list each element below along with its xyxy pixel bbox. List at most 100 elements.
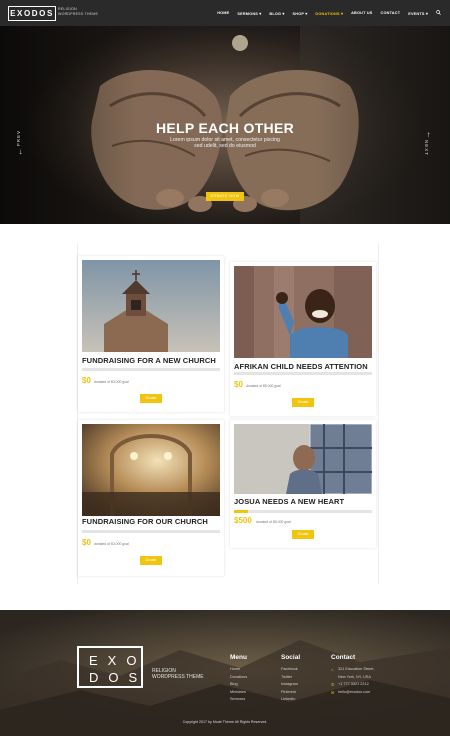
chevron-down-icon: ▾ bbox=[425, 11, 428, 16]
hero-slider: HELP EACH OTHER Lorem ipsum dolor sit am… bbox=[0, 26, 450, 224]
search-icon[interactable] bbox=[436, 10, 441, 15]
footer-social-item[interactable]: Instagram bbox=[281, 681, 300, 689]
footer-social-item[interactable]: Pinterest bbox=[281, 689, 300, 697]
nav-shop-label: SHOP bbox=[292, 11, 305, 16]
footer-menu-item[interactable]: Sermons bbox=[230, 696, 247, 704]
progress-bar bbox=[234, 510, 372, 513]
donate-button[interactable]: Donate bbox=[292, 530, 314, 539]
nav-shop[interactable]: SHOP ▾ bbox=[293, 11, 308, 16]
footer-menu-item[interactable]: Blog bbox=[230, 681, 247, 689]
card-title[interactable]: JOSUA NEEDS A NEW HEART bbox=[234, 497, 344, 506]
hero-text: Lorem ipsum dolor sit amet, consectetur … bbox=[160, 137, 290, 149]
footer-social-item[interactable]: Twitter bbox=[281, 674, 300, 682]
chevron-down-icon: ▾ bbox=[259, 11, 262, 16]
copyright-text: Copyright 2017 by Mode Theme All Rights … bbox=[182, 720, 268, 724]
nav-sermons[interactable]: SERMONS ▾ bbox=[237, 11, 261, 16]
footer-tagline: RELIGION WORDPRESS THEME bbox=[152, 668, 204, 680]
footer-contact-heading: Contact bbox=[331, 654, 356, 661]
donations-grid: FUNDRAISING FOR A NEW CHURCH $0 donated … bbox=[77, 244, 379, 584]
contact-address: ⌂ 321 Education Street, bbox=[331, 666, 375, 674]
chevron-down-icon: ▾ bbox=[340, 11, 344, 16]
footer-menu-item[interactable]: Ministries bbox=[230, 689, 247, 697]
contact-email-value: hello@exodos.com bbox=[338, 689, 371, 694]
nav-donations-label: DONATIONS bbox=[315, 11, 340, 16]
contact-phone[interactable]: ✆ +1 777 3321 2212 bbox=[331, 681, 375, 689]
card-title[interactable]: AFRIKAN CHILD NEEDS ATTENTION bbox=[234, 362, 368, 371]
site-header: EXODOS RELIGION WORDPRESS THEME HOME SER… bbox=[0, 0, 450, 26]
nav-home-label: HOME bbox=[217, 11, 230, 15]
arrow-down-icon: ↓ bbox=[18, 147, 24, 157]
donation-card: FUNDRAISING FOR OUR CHURCH $0 donated of… bbox=[78, 420, 224, 576]
contact-phone-value: +1 777 3321 2212 bbox=[338, 682, 369, 686]
progress-fill bbox=[234, 510, 248, 513]
next-label: NEXT bbox=[424, 140, 429, 157]
main-nav: HOME SERMONS ▾ BLOG ▾ SHOP ▾ DONATIONS ▾… bbox=[217, 0, 428, 26]
amount-raised: $500 bbox=[234, 516, 252, 525]
child-photo-image bbox=[234, 266, 372, 358]
phone-icon: ✆ bbox=[331, 682, 335, 687]
amount-raised: $0 bbox=[82, 538, 91, 547]
nav-sermons-label: SERMONS bbox=[237, 11, 258, 16]
hero-title: HELP EACH OTHER bbox=[155, 120, 295, 136]
church-steeple-image bbox=[82, 260, 220, 352]
footer-menu-item[interactable]: Donations bbox=[230, 674, 247, 682]
footer-menu: Menu Home Donations Blog Ministries Serm… bbox=[230, 654, 247, 704]
location-icon: ⌂ bbox=[331, 667, 334, 672]
amount-raised: $0 bbox=[82, 376, 91, 385]
contact-email[interactable]: ✉ hello@exodos.com bbox=[331, 689, 375, 697]
footer-menu-item[interactable]: Home bbox=[230, 666, 247, 674]
donation-card: JOSUA NEEDS A NEW HEART $500 donated of … bbox=[230, 420, 376, 548]
footer-logo[interactable]: EXO DOS bbox=[77, 646, 143, 688]
mail-icon: ✉ bbox=[331, 689, 335, 695]
footer-logo-line1: EXO bbox=[89, 653, 147, 668]
slider-next[interactable]: ↑ NEXT bbox=[424, 130, 434, 157]
card-title[interactable]: FUNDRAISING FOR A NEW CHURCH bbox=[82, 356, 216, 365]
chevron-down-icon: ▾ bbox=[282, 11, 285, 16]
site-footer: EXO DOS RELIGION WORDPRESS THEME Menu Ho… bbox=[0, 610, 450, 736]
church-interior-image bbox=[82, 424, 220, 516]
nav-about-label: ABOUT US bbox=[351, 11, 373, 15]
footer-tagline-line2: WORDPRESS THEME bbox=[152, 674, 204, 680]
card-title[interactable]: FUNDRAISING FOR OUR CHURCH bbox=[82, 517, 208, 526]
donate-button[interactable]: Donate bbox=[140, 556, 162, 565]
footer-social-item[interactable]: Facebook bbox=[281, 666, 300, 674]
donation-goal: donated of $5.000 goal bbox=[256, 520, 291, 524]
contact-address-line1: 321 Education Street, bbox=[338, 667, 375, 671]
nav-events[interactable]: EVENTS ▾ bbox=[408, 11, 428, 16]
donation-goal: donated of $3.000 goal bbox=[94, 542, 129, 546]
nav-contact-label: CONTACT bbox=[380, 11, 401, 15]
nav-blog-label: BLOG bbox=[269, 11, 282, 16]
logo-tagline-line2: WORDPRESS THEME bbox=[58, 12, 99, 16]
footer-social: Social Facebook Twitter Instagram Pinter… bbox=[281, 654, 300, 704]
donate-now-button[interactable]: DONATE NOW bbox=[206, 192, 244, 201]
logo-tagline: RELIGION WORDPRESS THEME bbox=[58, 7, 98, 17]
boy-hugging-image bbox=[234, 424, 372, 494]
contact-address-line2: New York, NY, USA bbox=[331, 674, 375, 682]
footer-social-item[interactable]: LinkedIn bbox=[281, 696, 300, 704]
nav-donations[interactable]: DONATIONS ▾ bbox=[315, 11, 343, 16]
slider-prev[interactable]: PREV ↓ bbox=[16, 130, 26, 157]
nav-contact[interactable]: CONTACT bbox=[381, 11, 401, 15]
nav-home[interactable]: HOME bbox=[217, 11, 229, 15]
progress-bar bbox=[82, 530, 220, 533]
donation-goal: donated of $5.000 goal bbox=[246, 384, 281, 388]
chevron-down-icon: ▾ bbox=[305, 11, 308, 16]
progress-bar bbox=[234, 372, 372, 375]
mountain-background bbox=[0, 640, 450, 736]
donation-card: FUNDRAISING FOR A NEW CHURCH $0 donated … bbox=[78, 256, 224, 412]
hero-text-line2: sed udelit, sed do eiusmod bbox=[194, 143, 256, 150]
contact-address-city: New York, NY, USA bbox=[338, 674, 371, 679]
donation-goal: donated of $3.000 goal bbox=[94, 380, 129, 384]
nav-about-us[interactable]: ABOUT US bbox=[351, 11, 372, 15]
footer-menu-heading: Menu bbox=[230, 654, 247, 661]
donation-card: AFRIKAN CHILD NEEDS ATTENTION $0 donated… bbox=[230, 262, 376, 416]
footer-contact: Contact ⌂ 321 Education Street, New York,… bbox=[331, 654, 375, 696]
nav-events-label: EVENTS bbox=[408, 11, 425, 16]
prev-label: PREV bbox=[16, 130, 21, 147]
nav-blog[interactable]: BLOG ▾ bbox=[269, 11, 284, 16]
donate-button[interactable]: Donate bbox=[140, 394, 162, 403]
amount-raised: $0 bbox=[234, 380, 243, 389]
site-logo[interactable]: EXODOS bbox=[8, 6, 56, 21]
arrow-up-icon: ↑ bbox=[426, 130, 432, 139]
donate-button[interactable]: Donate bbox=[292, 398, 314, 407]
